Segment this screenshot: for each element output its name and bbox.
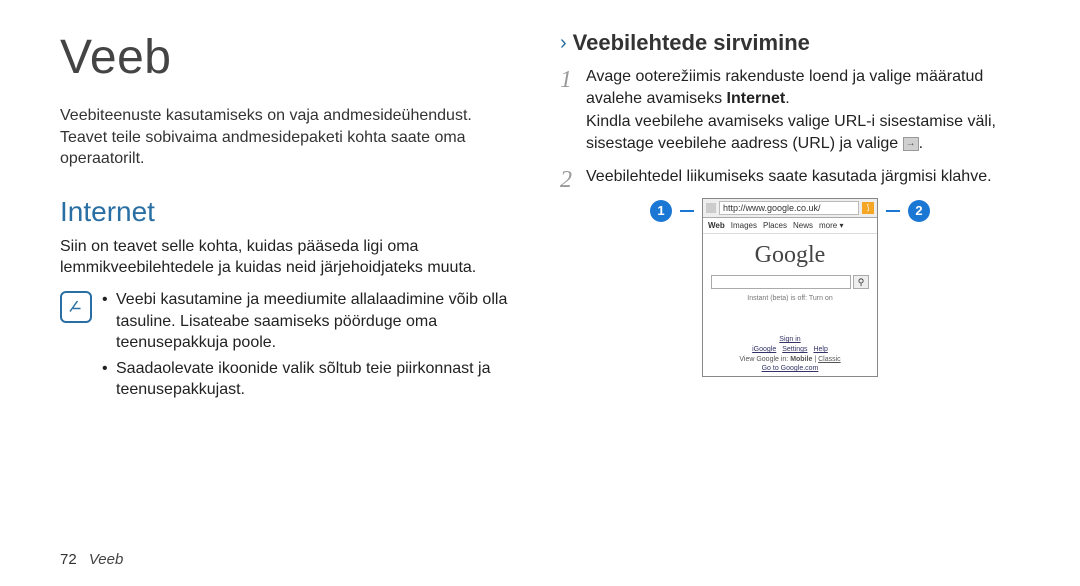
phone-screenshot: http://www.google.co.uk/ ⟆ Web Images Pl…	[702, 198, 878, 377]
step-number: 1	[560, 64, 572, 98]
note-bullet: Veebi kasutamine ja meediumite allalaadi…	[102, 289, 520, 354]
google-logo: Google	[703, 234, 877, 273]
callout-badge-1: 1	[650, 200, 672, 222]
step-2: 2 Veebilehtedel liikumiseks saate kasuta…	[560, 166, 1020, 188]
link-settings[interactable]: Settings	[782, 346, 807, 353]
intro-text: Veebiteenuste kasutamiseks on vaja andme…	[60, 105, 520, 170]
link-help[interactable]: Help	[813, 346, 827, 353]
page-number: 72	[60, 551, 77, 568]
instant-text[interactable]: Instant (beta) is off: Turn on	[703, 293, 877, 332]
url-bar[interactable]: http://www.google.co.uk/ ⟆	[703, 199, 877, 218]
tab-images[interactable]: Images	[731, 221, 757, 230]
section-heading-internet: Internet	[60, 196, 520, 228]
step-text: .	[785, 90, 789, 107]
note-icon	[60, 291, 92, 323]
rss-icon[interactable]: ⟆	[862, 202, 874, 214]
note-bullet-list: Veebi kasutamine ja meediumite allalaadi…	[102, 289, 520, 405]
section-text: Siin on teavet selle kohta, kuidas pääse…	[60, 236, 520, 279]
footer-title: Veeb	[89, 551, 123, 568]
search-input[interactable]	[711, 275, 851, 289]
footer-links: iGoogle Settings Help	[703, 346, 877, 353]
tab-places[interactable]: Places	[763, 221, 787, 230]
step-1: 1 Avage ooterežiimis rakenduste loend ja…	[560, 66, 1020, 156]
sign-in-link[interactable]: Sign in	[703, 336, 877, 343]
nav-tabs[interactable]: Web Images Places News more ▾	[703, 218, 877, 234]
view-mobile: Mobile	[790, 356, 812, 363]
go-icon: →	[903, 137, 919, 151]
step-extra: Kindla veebilehe avamiseks valige URL-i …	[586, 113, 996, 152]
url-field[interactable]: http://www.google.co.uk/	[719, 201, 859, 215]
callout-line	[680, 210, 694, 212]
goto-link[interactable]: Go to Google.com	[703, 365, 877, 372]
step-text: .	[919, 135, 923, 152]
link-igoogle[interactable]: iGoogle	[752, 346, 776, 353]
tab-web[interactable]: Web	[708, 221, 725, 230]
page-icon	[706, 203, 716, 213]
callout-badge-2: 2	[908, 200, 930, 222]
tab-more[interactable]: more ▾	[819, 221, 843, 230]
search-button[interactable]: ⚲	[853, 275, 869, 289]
note-bullet: Saadaolevate ikoonide valik sõltub teie …	[102, 358, 520, 401]
step-number: 2	[560, 164, 572, 198]
chevron-icon: ›	[560, 33, 567, 53]
view-prefix: View Google in:	[739, 356, 790, 363]
subheading: Veebilehtede sirvimine	[573, 30, 810, 56]
tab-news[interactable]: News	[793, 221, 813, 230]
callout-line	[886, 210, 900, 212]
step-text: Veebilehtedel liikumiseks saate kasutada…	[586, 168, 992, 185]
page-title: Veeb	[60, 30, 520, 85]
view-mode: View Google in: Mobile | Classic	[703, 356, 877, 363]
page-footer: 72 Veeb	[60, 551, 123, 568]
view-classic-link[interactable]: Classic	[818, 356, 841, 363]
step-bold: Internet	[727, 90, 786, 107]
